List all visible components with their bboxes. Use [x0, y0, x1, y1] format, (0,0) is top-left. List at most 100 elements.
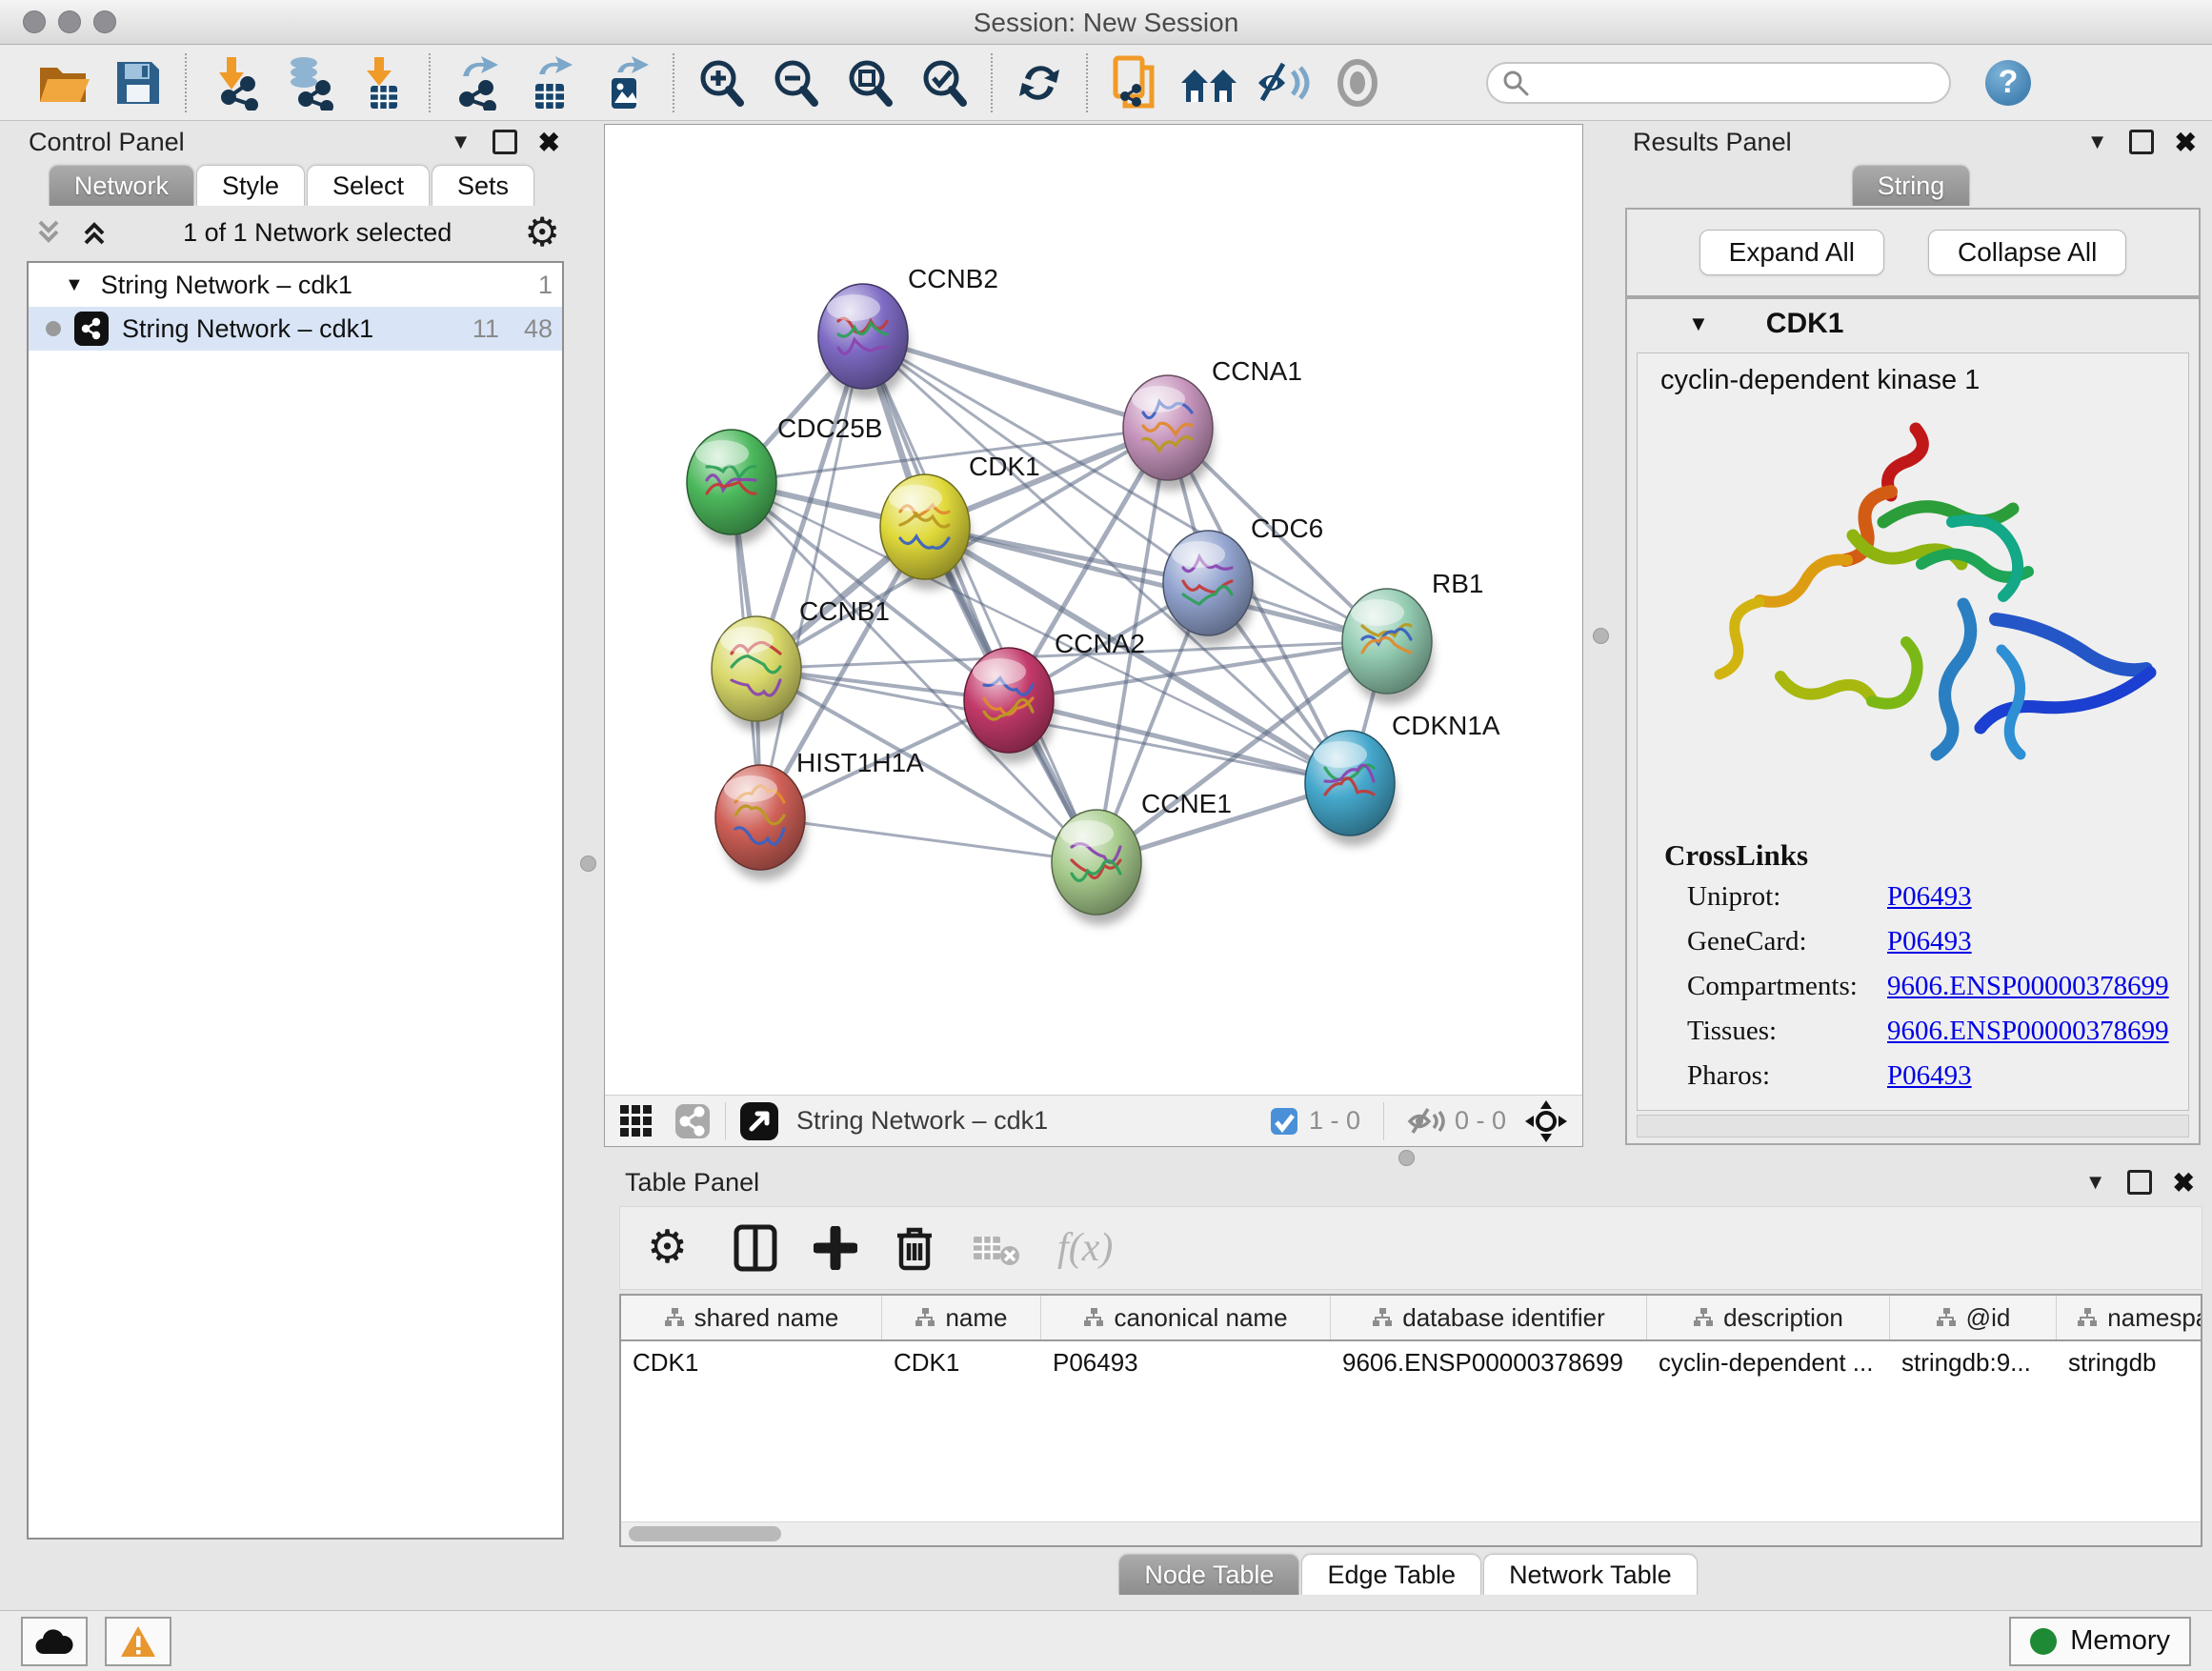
panel-collapse-icon[interactable]: ▼ — [2087, 130, 2108, 154]
toolbar-search[interactable] — [1486, 62, 1951, 104]
table-cell[interactable]: 9606.ENSP00000378699 — [1331, 1341, 1647, 1383]
selected-checkbox-icon[interactable] — [1269, 1106, 1299, 1137]
network-node-ccne1[interactable] — [1052, 810, 1142, 925]
collapse-all-button[interactable]: Collapse All — [1928, 230, 2126, 275]
zoom-fit-button[interactable] — [833, 50, 907, 115]
network-canvas[interactable]: CCNB2CCNA1CDC25BCDK1CDC6RB1CCNB1CCNA2CDK… — [605, 125, 1582, 1093]
tab-network-table[interactable]: Network Table — [1483, 1554, 1698, 1595]
crosslink-value-link[interactable]: 9606.ENSP00000378699 — [1887, 1016, 2169, 1047]
crosslink-value-link[interactable]: 9606.ENSP00000378699 — [1887, 971, 2169, 1002]
hidden-eye-icon[interactable] — [1407, 1106, 1445, 1137]
table-cell[interactable]: stringdb — [2057, 1341, 2202, 1383]
column-settings-icon[interactable] — [734, 1224, 777, 1272]
open-in-window-icon[interactable] — [739, 1101, 779, 1141]
network-node-ccnb1[interactable] — [712, 616, 802, 732]
panel-close-icon[interactable]: ✖ — [538, 127, 560, 158]
network-edge[interactable] — [760, 817, 1096, 862]
panel-close-icon[interactable]: ✖ — [2173, 1167, 2195, 1198]
column-header-shared-name[interactable]: shared name — [621, 1296, 882, 1339]
panel-collapse-icon[interactable]: ▼ — [2085, 1170, 2106, 1195]
import-network-from-file-button[interactable] — [196, 50, 271, 115]
table-cell[interactable]: P06493 — [1041, 1341, 1331, 1383]
crosslink-value-link[interactable]: P06493 — [1887, 881, 1972, 913]
expand-all-button[interactable]: Expand All — [1699, 230, 1884, 275]
network-node-hist1h1a[interactable] — [715, 765, 806, 880]
crosslink-value-link[interactable]: P06493 — [1887, 926, 1972, 957]
network-node-cdk1[interactable] — [880, 474, 971, 590]
cloud-button[interactable] — [21, 1617, 88, 1666]
crosslink-value-link[interactable]: P06493 — [1887, 1060, 1972, 1092]
column-header-database-identifier[interactable]: database identifier — [1331, 1296, 1647, 1339]
network-node-cdc25b[interactable] — [687, 430, 777, 545]
tab-edge-table[interactable]: Edge Table — [1301, 1554, 1481, 1595]
export-table-button[interactable] — [514, 50, 589, 115]
add-column-icon[interactable] — [814, 1226, 857, 1270]
home-button[interactable] — [1172, 50, 1246, 115]
zoom-selected-button[interactable] — [907, 50, 981, 115]
network-edge[interactable] — [863, 336, 1096, 862]
network-node-cdc6[interactable] — [1163, 531, 1254, 646]
scrollbar-handle[interactable] — [629, 1526, 781, 1541]
column-header-namespace[interactable]: namespace — [2057, 1296, 2202, 1339]
table-cell[interactable]: CDK1 — [882, 1341, 1041, 1383]
import-network-from-database-button[interactable] — [271, 50, 345, 115]
tab-sets[interactable]: Sets — [432, 165, 534, 206]
collection-caret-icon[interactable]: ▼ — [65, 274, 84, 296]
tab-style[interactable]: Style — [196, 165, 305, 206]
help-button[interactable]: ? — [1985, 60, 2031, 106]
network-node-ccna1[interactable] — [1123, 375, 1214, 491]
network-node-ccnb2[interactable] — [818, 284, 909, 399]
vertical-splitter-handle[interactable] — [1593, 628, 1609, 644]
export-network-button[interactable] — [440, 50, 514, 115]
tab-string[interactable]: String — [1852, 165, 1971, 206]
import-table-from-file-button[interactable] — [345, 50, 419, 115]
network-edge[interactable] — [925, 527, 1387, 641]
open-file-button[interactable] — [27, 50, 101, 115]
vertical-splitter-handle[interactable] — [580, 856, 596, 872]
panel-float-icon[interactable] — [2129, 130, 2154, 154]
memory-button[interactable]: Memory — [2009, 1617, 2191, 1666]
gene-section-header[interactable]: ▼ CDK1 — [1627, 299, 2199, 349]
table-cell[interactable]: cyclin-dependent ... — [1647, 1341, 1890, 1383]
table-row[interactable]: CDK1CDK1P064939606.ENSP00000378699cyclin… — [621, 1341, 2201, 1383]
panel-close-icon[interactable]: ✖ — [2175, 127, 2197, 158]
tab-select[interactable]: Select — [307, 165, 430, 206]
panel-collapse-icon[interactable]: ▼ — [451, 130, 472, 154]
network-edge[interactable] — [760, 336, 863, 817]
table-cell[interactable]: CDK1 — [621, 1341, 882, 1383]
zoom-out-button[interactable] — [758, 50, 833, 115]
show-eye-button[interactable] — [1320, 50, 1395, 115]
table-horizontal-scrollbar[interactable] — [621, 1521, 2201, 1545]
network-edge[interactable] — [863, 336, 1168, 428]
birdseye-share-icon[interactable] — [674, 1102, 712, 1140]
delete-column-icon[interactable] — [894, 1224, 935, 1272]
table-options-gear-icon[interactable]: ⚙ — [647, 1225, 688, 1271]
expand-all-chevron-icon[interactable] — [32, 216, 65, 249]
save-session-button[interactable] — [101, 50, 175, 115]
warnings-button[interactable] — [105, 1617, 171, 1666]
pan-crosshair-icon[interactable] — [1523, 1098, 1569, 1144]
gene-caret-icon[interactable]: ▼ — [1688, 312, 1709, 336]
tab-network[interactable]: Network — [49, 165, 194, 206]
toggle-hidden-button[interactable] — [1246, 50, 1320, 115]
panel-float-icon[interactable] — [2127, 1170, 2152, 1195]
zoom-in-button[interactable] — [684, 50, 758, 115]
panel-float-icon[interactable] — [493, 130, 517, 154]
table-cell[interactable]: stringdb:9... — [1890, 1341, 2057, 1383]
network-options-gear-icon[interactable]: ⚙ — [524, 212, 560, 252]
column-header-name[interactable]: name — [882, 1296, 1041, 1339]
tab-node-table[interactable]: Node Table — [1118, 1554, 1299, 1595]
network-node-cdkn1a[interactable] — [1305, 731, 1396, 846]
refresh-button[interactable] — [1002, 50, 1076, 115]
column-header--id[interactable]: @id — [1890, 1296, 2057, 1339]
duplicate-document-button[interactable] — [1097, 50, 1172, 115]
search-input[interactable] — [1539, 65, 1949, 101]
column-header-description[interactable]: description — [1647, 1296, 1890, 1339]
grid-view-icon[interactable] — [618, 1103, 654, 1139]
network-row[interactable]: String Network – cdk1 11 48 — [29, 307, 562, 351]
network-node-ccna2[interactable] — [964, 648, 1055, 763]
column-header-canonical-name[interactable]: canonical name — [1041, 1296, 1331, 1339]
network-node-rb1[interactable] — [1342, 589, 1433, 704]
export-image-button[interactable] — [589, 50, 663, 115]
collapse-all-chevron-icon[interactable] — [78, 216, 111, 249]
